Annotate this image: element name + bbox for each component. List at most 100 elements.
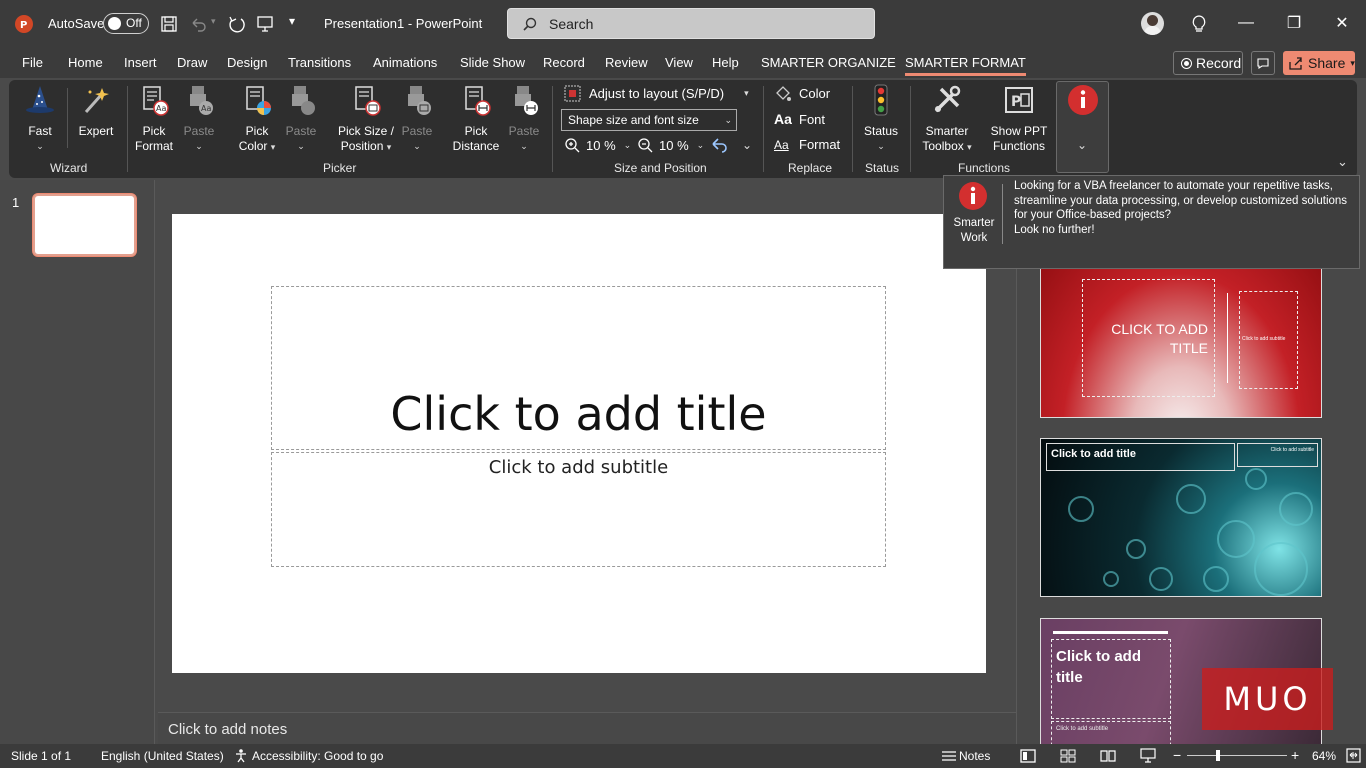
design-subtitle-text: Click to add subtitle <box>1242 336 1286 342</box>
collapse-ribbon-icon[interactable]: ⌄ <box>1337 154 1348 170</box>
design-divider <box>1227 293 1228 383</box>
replace-color-button[interactable]: Color <box>774 85 830 102</box>
pick-distance-icon <box>465 86 491 116</box>
undo-dropdown-icon[interactable]: ▾ <box>211 16 216 27</box>
undo-size-dropdown-icon[interactable]: ⌄ <box>742 138 752 152</box>
share-button[interactable]: Share ▾ <box>1283 51 1355 75</box>
tab-home[interactable]: Home <box>68 55 103 70</box>
pick-format-button[interactable]: Aa Pick Format <box>133 84 175 154</box>
smarter-toolbox-button[interactable]: Smarter Toolbox ▾ <box>919 84 975 155</box>
pick-size-icon <box>355 86 381 116</box>
pick-color-label-1: Pick <box>245 124 269 138</box>
shape-size-select[interactable]: Shape size and font size ⌄ <box>561 109 737 131</box>
undo-icon[interactable] <box>189 15 207 33</box>
zoom-out-button[interactable]: − <box>1173 747 1181 763</box>
pick-color-button[interactable]: Pick Color ▾ <box>233 84 281 155</box>
notes-button[interactable]: Notes <box>959 749 990 763</box>
zoom-slider[interactable] <box>1187 755 1287 756</box>
undo-size-icon[interactable] <box>710 137 728 153</box>
zoom-slider-thumb[interactable] <box>1216 750 1220 761</box>
adjust-to-layout-button[interactable]: Adjust to layout (S/P/D) ▾ <box>564 85 749 102</box>
tab-smarter-format[interactable]: SMARTER FORMAT <box>905 55 1026 76</box>
tab-help[interactable]: Help <box>712 55 739 70</box>
close-button[interactable]: ✕ <box>1327 8 1357 38</box>
tab-slide-show[interactable]: Slide Show <box>460 55 525 70</box>
expert-button[interactable]: Expert <box>74 84 118 139</box>
slide-count[interactable]: Slide 1 of 1 <box>11 749 71 763</box>
avatar[interactable] <box>1141 12 1164 35</box>
slide-number: 1 <box>12 195 20 210</box>
design-idea-red[interactable]: CLICK TO ADD TITLE Click to add subtitle <box>1040 244 1322 418</box>
save-icon[interactable] <box>160 15 178 33</box>
pick-format-label-1: Pick <box>142 124 166 138</box>
pick-format-label-2: Format <box>134 139 173 153</box>
notes-pane[interactable]: Click to add notes <box>158 712 1016 744</box>
record-icon <box>1181 57 1192 69</box>
paste-size-button[interactable]: Paste ⌄ <box>397 84 437 154</box>
tab-view[interactable]: View <box>665 55 693 70</box>
tab-design[interactable]: Design <box>227 55 267 70</box>
expert-label: Expert <box>78 124 114 138</box>
tab-insert[interactable]: Insert <box>124 55 157 70</box>
language-indicator[interactable]: English (United States) <box>101 749 224 763</box>
design-idea-teal[interactable]: Click to add title Click to add subtitle <box>1040 438 1322 597</box>
magic-wand-icon <box>84 88 109 113</box>
fit-to-window-icon[interactable] <box>1346 748 1361 763</box>
adjust-layout-icon <box>564 85 581 102</box>
zoom-in-value: 10 % <box>586 137 616 153</box>
paste-format-button[interactable]: Aa Paste ⌄ <box>179 84 219 154</box>
tab-transitions[interactable]: Transitions <box>288 55 351 70</box>
slide-sorter-icon[interactable] <box>1060 749 1076 763</box>
pick-size-label-1: Pick Size / <box>337 124 394 138</box>
restore-button[interactable]: ❐ <box>1279 8 1309 38</box>
paste-dropdown-icon: ⌄ <box>195 141 203 151</box>
notes-icon <box>942 751 956 761</box>
autosave-toggle[interactable]: Off <box>103 13 149 34</box>
zoom-level[interactable]: 64% <box>1312 749 1336 763</box>
minimize-button[interactable]: — <box>1231 8 1261 38</box>
tab-animations[interactable]: Animations <box>373 55 437 70</box>
accessibility-status[interactable]: Accessibility: Good to go <box>252 749 383 763</box>
replace-font-button[interactable]: Aa Font <box>774 111 825 127</box>
info-icon <box>959 182 987 210</box>
zoom-in-button[interactable]: + <box>1291 747 1299 763</box>
zoom-out-size-control[interactable]: 10 % ⌄ <box>637 137 704 153</box>
normal-view-icon[interactable] <box>1020 749 1036 763</box>
status-button[interactable]: Status ⌄ <box>859 84 903 154</box>
adjust-to-layout-label: Adjust to layout (S/P/D) <box>589 86 725 101</box>
share-label: Share <box>1308 55 1346 71</box>
tab-record[interactable]: Record <box>543 55 585 70</box>
slide-thumbnail[interactable] <box>33 194 136 256</box>
tab-smarter-organize[interactable]: SMARTER ORGANIZE <box>761 55 896 70</box>
slideshow-view-icon[interactable] <box>1140 748 1156 763</box>
subtitle-placeholder[interactable]: Click to add subtitle <box>271 452 886 567</box>
pick-size-position-button[interactable]: Pick Size / Position ▾ <box>331 84 401 155</box>
customize-qat-icon[interactable]: ▾ <box>289 14 295 28</box>
record-button[interactable]: Record <box>1173 51 1243 75</box>
group-label-replace: Replace <box>788 161 833 175</box>
slide-canvas[interactable]: Click to add title Click to add subtitle <box>172 214 986 673</box>
title-placeholder[interactable]: Click to add title <box>271 286 886 450</box>
tab-review[interactable]: Review <box>605 55 648 70</box>
paste-distance-button[interactable]: Paste ⌄ <box>504 84 544 154</box>
tab-file[interactable]: File <box>22 55 43 70</box>
start-slideshow-icon[interactable] <box>256 15 274 33</box>
redo-icon[interactable] <box>227 15 245 33</box>
fast-button[interactable]: Fast ⌄ <box>19 84 61 154</box>
show-ppt-functions-button[interactable]: P Show PPT Functions <box>987 84 1051 154</box>
comments-button[interactable] <box>1251 51 1275 75</box>
reading-view-icon[interactable] <box>1100 749 1116 763</box>
paste-color-button[interactable]: Paste ⌄ <box>281 84 321 154</box>
adjust-dropdown-icon: ▾ <box>744 88 749 98</box>
pick-distance-label-2: Distance <box>452 139 500 153</box>
search-input[interactable]: Search <box>507 8 875 39</box>
lightbulb-icon[interactable] <box>1189 14 1209 34</box>
svg-text:P: P <box>1011 94 1021 110</box>
replace-format-button[interactable]: Aa Format <box>774 137 840 152</box>
info-button[interactable]: ⌄ <box>1056 81 1109 173</box>
design-subtitle-placeholder: Click to add subtitle <box>1051 721 1171 744</box>
tab-draw[interactable]: Draw <box>177 55 207 70</box>
pick-distance-button[interactable]: Pick Distance <box>451 84 501 154</box>
zoom-in-size-control[interactable]: 10 % ⌄ <box>564 137 631 153</box>
status-dropdown-icon: ⌄ <box>877 141 885 151</box>
